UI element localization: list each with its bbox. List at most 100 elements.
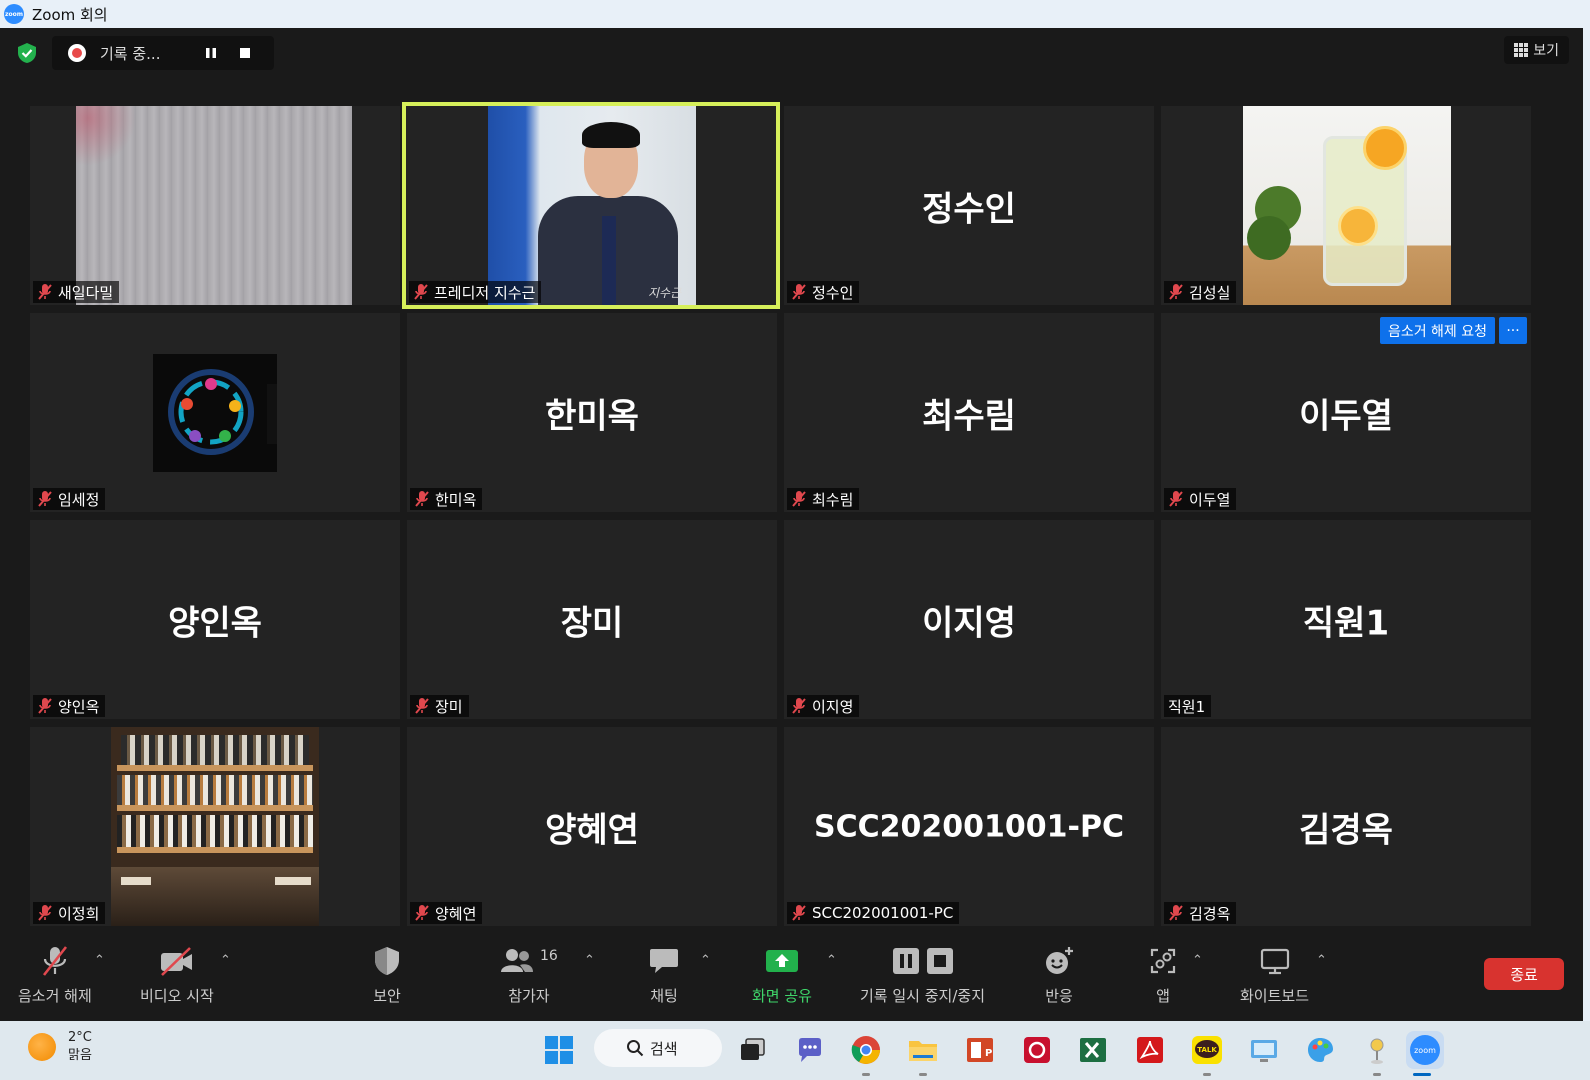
participants-button[interactable]: 16 참가자 <box>500 943 558 1006</box>
file-explorer-app[interactable] <box>904 1031 942 1076</box>
participant-tile[interactable]: 새일다밀 <box>30 106 400 305</box>
svg-text:P: P <box>985 1048 992 1059</box>
apps-icon <box>1150 948 1176 974</box>
hwp-app[interactable] <box>1018 1031 1056 1069</box>
acrobat-app[interactable] <box>1131 1031 1169 1069</box>
participant-name-label: 한미옥 <box>410 488 483 510</box>
participant-name-label: 이정희 <box>33 902 106 924</box>
mic-muted-icon <box>38 905 52 921</box>
mic-muted-icon <box>415 698 429 714</box>
participant-name-label: 양인옥 <box>33 695 106 717</box>
weather-widget[interactable]: 2°C 맑음 <box>28 1029 92 1065</box>
participant-tile[interactable]: 이지영 이지영 <box>784 520 1154 719</box>
stop-recording-button[interactable] <box>232 40 258 66</box>
participant-display-name: 이두열 <box>1299 396 1393 436</box>
pinned-app[interactable] <box>1358 1031 1396 1076</box>
participant-tile[interactable]: 김경옥 김경옥 <box>1161 727 1531 926</box>
windows-start-button[interactable] <box>540 1031 578 1069</box>
monitor-app-icon <box>1251 1040 1277 1062</box>
participant-display-name: 양인옥 <box>168 603 262 643</box>
ask-to-unmute-button[interactable]: 음소거 해제 요청 <box>1379 317 1495 344</box>
remote-app[interactable] <box>1245 1031 1283 1069</box>
mic-muted-icon <box>792 284 806 300</box>
participant-count: 16 <box>540 948 558 964</box>
teams-chat-button[interactable] <box>791 1031 829 1069</box>
participant-tile[interactable]: 이정희 <box>30 727 400 926</box>
unmute-button[interactable]: 음소거 해제 <box>18 943 92 1006</box>
participants-options-chevron-icon[interactable]: ⌃ <box>584 953 595 968</box>
mic-muted-icon <box>1169 284 1183 300</box>
stop-icon <box>240 48 250 58</box>
start-video-button[interactable]: 비디오 시작 <box>140 943 214 1006</box>
windows-logo-icon <box>545 1036 573 1064</box>
participant-tile[interactable]: 양인옥 양인옥 <box>30 520 400 719</box>
encryption-shield-icon[interactable] <box>16 42 38 64</box>
window-title: Zoom 회의 <box>32 5 108 24</box>
participant-tile[interactable]: 한미옥 한미옥 <box>407 313 777 512</box>
excel-app[interactable] <box>1074 1031 1112 1069</box>
participant-display-name: 양혜연 <box>545 810 639 850</box>
mic-muted-icon <box>415 491 429 507</box>
share-options-chevron-icon[interactable]: ⌃ <box>826 953 837 968</box>
security-button[interactable]: 보안 <box>372 943 402 1006</box>
search-label: 검색 <box>650 1039 678 1058</box>
view-label: 보기 <box>1533 43 1559 59</box>
whiteboard-icon <box>1260 948 1289 975</box>
view-button[interactable]: 보기 <box>1504 36 1569 64</box>
task-view-icon <box>741 1038 765 1060</box>
recording-panel: 기록 중... <box>52 36 274 70</box>
paint-palette-icon <box>1308 1038 1333 1062</box>
chat-bubble-icon <box>650 949 678 973</box>
chat-options-chevron-icon[interactable]: ⌃ <box>700 953 711 968</box>
participant-tile[interactable]: 양혜연 양혜연 <box>407 727 777 926</box>
photo-caption: 지수근 <box>648 286 682 300</box>
chat-button[interactable]: 채팅 <box>648 943 680 1006</box>
pause-stop-recording-button[interactable]: 기록 일시 중지/중지 <box>860 943 985 1006</box>
participant-display-name: 직원1 <box>1302 603 1390 643</box>
participant-display-name: 김경옥 <box>1299 810 1393 850</box>
map-pin-icon <box>1370 1038 1384 1064</box>
recording-dot-icon <box>68 44 86 62</box>
participant-tile[interactable]: 장미 장미 <box>407 520 777 719</box>
participant-tile[interactable]: 김성실 <box>1161 106 1531 305</box>
participant-name-label: 양혜연 <box>410 902 483 924</box>
powerpoint-app[interactable]: P <box>961 1031 999 1069</box>
video-options-chevron-icon[interactable]: ⌃ <box>220 953 231 968</box>
reactions-button[interactable]: 반응 <box>1043 943 1075 1006</box>
meeting-area: 기록 중... 보기 새일다밀 지수근 프레디저 지수근 정수인 정수인 김성실… <box>0 28 1583 1021</box>
participant-tile[interactable]: 직원1 직원1 <box>1161 520 1531 719</box>
pause-recording-button[interactable] <box>198 40 224 66</box>
video-feed: 지수근 <box>488 106 696 305</box>
mic-muted-icon <box>1169 491 1183 507</box>
participant-name-label: 김성실 <box>1164 281 1237 303</box>
apps-button[interactable]: 앱 <box>1148 943 1178 1006</box>
pause-icon <box>206 48 216 58</box>
mic-muted-icon <box>792 491 806 507</box>
participant-tile[interactable]: 정수인 정수인 <box>784 106 1154 305</box>
audio-options-chevron-icon[interactable]: ⌃ <box>94 953 105 968</box>
end-meeting-button[interactable]: 종료 <box>1484 958 1564 990</box>
participant-display-name: 정수인 <box>922 189 1016 229</box>
kakaotalk-app[interactable]: TALK <box>1188 1031 1226 1076</box>
video-feed <box>111 727 319 926</box>
share-screen-button[interactable]: 화면 공유 <box>752 943 812 1006</box>
participant-tile[interactable]: 임세정 <box>30 313 400 512</box>
taskbar-search[interactable]: 검색 <box>594 1029 722 1067</box>
apps-options-chevron-icon[interactable]: ⌃ <box>1192 953 1203 968</box>
participant-tile[interactable]: 음소거 해제 요청 ··· 이두열 이두열 <box>1161 313 1531 512</box>
participant-tile[interactable]: SCC202001001-PC SCC202001001-PC <box>784 727 1154 926</box>
participant-profile-logo <box>153 354 277 472</box>
whiteboard-button[interactable]: 화이트보드 <box>1240 943 1309 1006</box>
participant-display-name: 이지영 <box>922 603 1016 643</box>
participant-tile-active-speaker[interactable]: 지수근 프레디저 지수근 <box>402 102 780 309</box>
more-options-button[interactable]: ··· <box>1499 317 1527 344</box>
participant-tile[interactable]: 최수림 최수림 <box>784 313 1154 512</box>
participant-display-name: 장미 <box>560 603 624 643</box>
weather-condition: 맑음 <box>68 1048 92 1063</box>
zoom-app-taskbar[interactable]: zoom <box>1403 1031 1447 1076</box>
whiteboard-options-chevron-icon[interactable]: ⌃ <box>1316 953 1327 968</box>
task-view-button[interactable] <box>734 1031 772 1069</box>
chrome-app[interactable] <box>847 1031 885 1076</box>
paint-app[interactable] <box>1301 1031 1339 1069</box>
reaction-smiley-icon <box>1046 947 1073 974</box>
